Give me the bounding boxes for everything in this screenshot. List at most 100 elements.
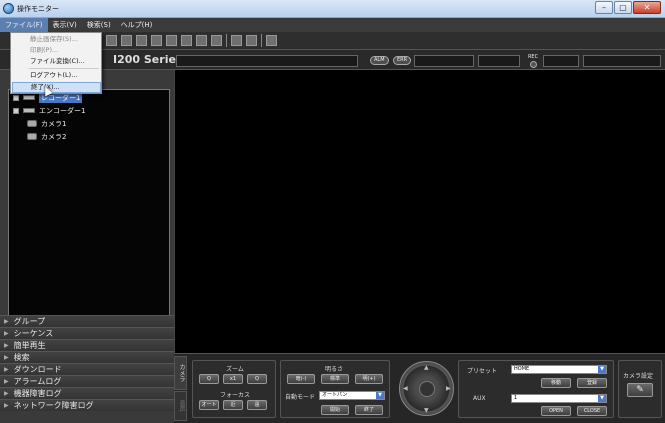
title-bar: 操作モニター – ▢ ✕ [0,0,665,18]
fullscreen-icon[interactable] [266,35,277,46]
brightness-standard-button[interactable]: 標準 [321,374,349,384]
menu-item-logout[interactable]: ログアウト(L)... [12,70,101,81]
nav-item-simple-playback[interactable]: ▶ 簡単再生 [0,339,174,351]
close-button[interactable]: ✕ [633,1,661,14]
menu-item-save-still[interactable]: 静止画保存(S)... [12,34,101,45]
menu-item-exit[interactable]: 終了(X)... [12,82,101,93]
chevron-down-icon[interactable]: ▼ [598,395,606,402]
aux-label: AUX [473,395,486,402]
layout-10-icon[interactable] [166,35,177,46]
wrench-icon[interactable]: ✎ [627,383,653,397]
chevron-down-icon[interactable]: ▼ [376,392,384,399]
chevron-down-icon[interactable]: ▼ [598,366,606,373]
chevron-right-icon: ▶ [4,390,9,397]
ptz-direction-pad[interactable]: ▲ ▼ ◀ ▶ [399,361,454,416]
focus-auto-button[interactable]: オート [199,400,219,410]
preset-select[interactable]: HOME ▼ [511,365,607,374]
aux-open-button[interactable]: OPEN [541,406,571,416]
status-field [176,55,358,67]
nav-item-network-error-log[interactable]: ▶ ネットワーク障害ログ [0,399,174,411]
brightness-down-button[interactable]: 暗(-) [287,374,315,384]
alarm-indicator[interactable]: ALM [370,56,389,65]
file-menu-dropdown: 静止画保存(S)... 印刷(P)... ファイル変換(C)... ログアウト(… [10,32,102,94]
nav-item-search[interactable]: ▶ 検索 [0,351,174,363]
pan-left-icon[interactable]: ◀ [403,385,408,392]
layout-9-icon[interactable] [151,35,162,46]
nav-item-label: 簡単再生 [13,341,46,350]
rec-dot-icon [529,61,537,68]
tab-camera[interactable]: カメラ [174,356,187,390]
record-dot-icon[interactable] [246,35,257,46]
focus-label: フォーカス [220,392,251,399]
nav-item-label: グループ [13,317,46,326]
minimize-button[interactable]: – [595,1,613,14]
menu-file[interactable]: ファイル(F) [0,18,48,32]
preset-register-button[interactable]: 登録 [577,378,607,388]
preset-aux-group: プリセット HOME ▼ 移動 登録 AUX 1 ▼ OPEN CLOSE [458,360,614,418]
pan-down-icon[interactable]: ▼ [424,407,429,414]
layout-1-icon[interactable] [106,35,117,46]
menu-item-file-convert[interactable]: ファイル変換(C)... [12,56,101,67]
nav-item-label: ダウンロード [13,365,62,374]
menu-help[interactable]: ヘルプ(H) [116,18,158,32]
nav-item-label: アラームログ [13,377,62,386]
nav-item-group[interactable]: ▶ グループ [0,315,174,327]
tree-item-encoder[interactable]: エンコーダー1 [13,105,85,116]
tree-item-label: カメラ1 [41,119,67,128]
layout-13-icon[interactable] [181,35,192,46]
series-title: I200 Series [113,53,183,66]
nav-item-label: 機器障害ログ [13,389,62,398]
video-display[interactable] [174,70,665,353]
nav-item-sequence[interactable]: ▶ シーケンス [0,327,174,339]
pan-up-icon[interactable]: ▲ [424,364,429,371]
app-icon [3,3,14,14]
tree-item-camera-1[interactable]: カメラ1 [27,118,66,129]
menu-separator [29,68,99,69]
zoom-reset-button[interactable]: x1 [223,374,243,384]
focus-near-button[interactable]: 近 [223,400,243,410]
error-indicator[interactable]: ERR [393,56,412,65]
layout-6-icon[interactable] [136,35,147,46]
menu-item-print[interactable]: 印刷(P)... [12,45,101,56]
tree-item-camera-2[interactable]: カメラ2 [27,131,66,142]
aux-close-button[interactable]: CLOSE [577,406,607,416]
camera-settings-label: カメラ設定 [623,373,654,380]
menu-search[interactable]: 検索(S) [82,18,116,32]
nav-item-label: ネットワーク障害ログ [13,401,94,410]
auto-mode-stop-button[interactable]: 終了 [355,405,383,415]
auto-mode-start-button[interactable]: 開始 [321,405,349,415]
nav-item-device-error-log[interactable]: ▶ 機器障害ログ [0,387,174,399]
menu-view[interactable]: 表示(V) [48,18,82,32]
brightness-up-button[interactable]: 明(+) [355,374,383,384]
expand-icon[interactable] [13,107,19,114]
snapshot-icon[interactable] [231,35,242,46]
rec-label: REC [527,54,539,60]
focus-far-button[interactable]: 遠 [247,400,267,410]
aux-select[interactable]: 1 ▼ [511,394,607,403]
layout-25-icon[interactable] [211,35,222,46]
toolbar-separator [226,34,227,47]
pan-right-icon[interactable]: ▶ [446,385,451,392]
layout-16-icon[interactable] [196,35,207,46]
encoder-icon [23,108,35,113]
window-title: 操作モニター [17,5,59,13]
maximize-button[interactable]: ▢ [614,1,632,14]
tab-audio[interactable]: 音声 [174,391,187,421]
auto-mode-label: 自動モード [285,394,316,401]
ptz-center-icon[interactable] [419,381,435,397]
brightness-label: 明るさ [325,366,344,373]
zoom-in-button[interactable]: Q [247,374,267,384]
zoom-out-button[interactable]: Q [199,374,219,384]
aux-value: 1 [514,395,518,401]
zoom-label: ズーム [226,366,244,373]
tree-item-label: カメラ2 [41,132,67,141]
expand-icon[interactable] [13,94,19,101]
preset-move-button[interactable]: 移動 [541,378,571,388]
layout-4-icon[interactable] [121,35,132,46]
nav-item-download[interactable]: ▶ ダウンロード [0,363,174,375]
auto-mode-select[interactable]: オートパン ▼ [319,391,385,400]
menu-bar: ファイル(F) 表示(V) 検索(S) ヘルプ(H) [0,18,665,32]
status-field-2 [414,55,474,67]
status-field-5 [583,55,661,67]
nav-item-alarm-log[interactable]: ▶ アラームログ [0,375,174,387]
